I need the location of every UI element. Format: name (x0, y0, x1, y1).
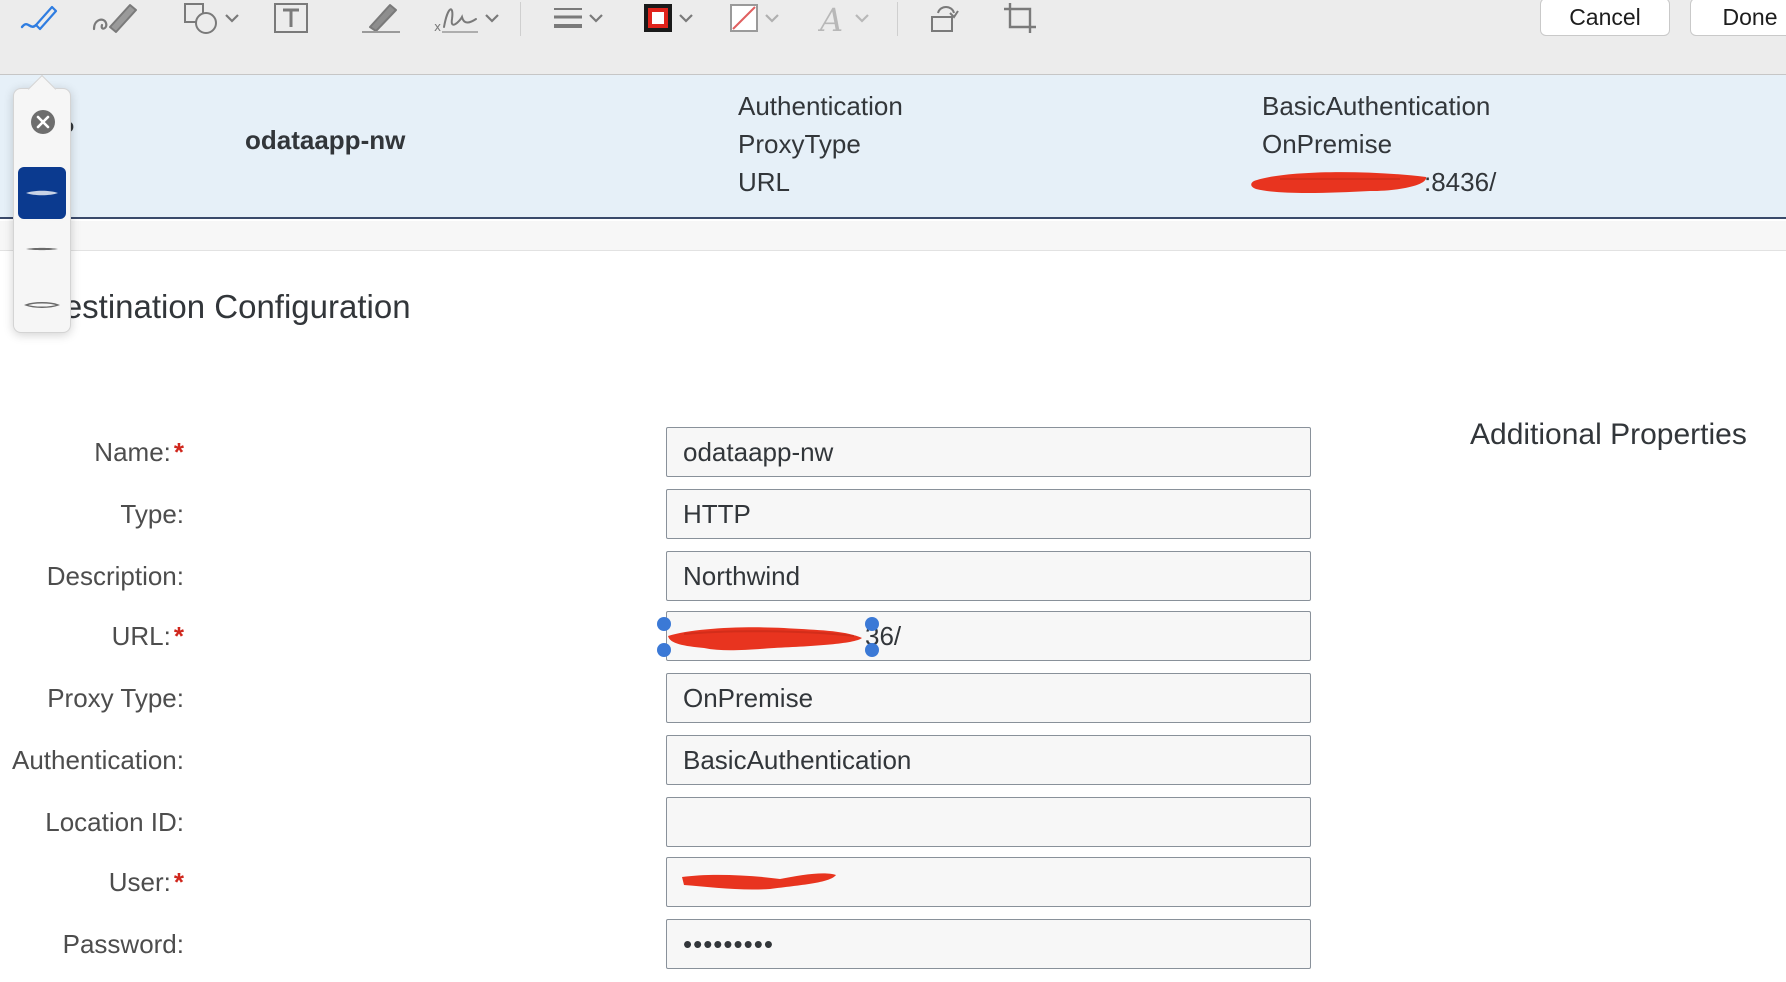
line-style-icon[interactable] (552, 0, 604, 36)
chevron-down-icon[interactable] (484, 13, 500, 23)
stroke-thin-icon (24, 302, 60, 308)
chevron-down-icon[interactable] (854, 13, 870, 23)
signature-icon[interactable]: x (432, 0, 500, 36)
location-id-label: Location ID: (45, 807, 184, 837)
form-row-url: URL: * (0, 611, 1320, 661)
property-key-proxytype: ProxyType (738, 129, 861, 159)
location-id-field[interactable] (666, 797, 1311, 847)
name-label: Name: * (94, 437, 184, 467)
proxy-type-label: Proxy Type: (47, 683, 184, 713)
rotate-icon[interactable] (928, 0, 962, 36)
form-row-proxy-type: Proxy Type: (0, 673, 1320, 723)
property-values: BasicAuthentication OnPremise :8436/ (1251, 87, 1497, 201)
draw-icon[interactable] (90, 0, 140, 36)
authentication-field[interactable] (666, 735, 1311, 785)
url-value-tail: :8436/ (1424, 167, 1497, 197)
property-value-proxytype: OnPremise (1262, 129, 1393, 159)
markup-toolbar: x A Cancel Done (0, 0, 1786, 75)
form-row-location-id: Location ID: (0, 797, 1320, 847)
proxy-type-field[interactable] (666, 673, 1311, 723)
property-key-authentication: Authentication (738, 91, 903, 121)
highlight-icon[interactable] (360, 0, 402, 36)
stroke-width-popover (13, 74, 71, 333)
property-keys: Authentication ProxyType URL (738, 87, 903, 201)
crop-icon[interactable] (1002, 0, 1038, 36)
border-color-icon[interactable] (642, 0, 694, 36)
url-label: URL: * (111, 621, 184, 651)
required-marker: * (173, 437, 184, 467)
form-row-user: User: * (0, 857, 1320, 907)
url-redaction-mark[interactable] (654, 616, 882, 658)
chevron-down-icon[interactable] (224, 13, 240, 23)
type-field[interactable] (666, 489, 1311, 539)
additional-properties-title: Additional Properties (1470, 418, 1747, 451)
chevron-down-icon[interactable] (588, 13, 604, 23)
type-label: Type: (120, 499, 184, 529)
property-key-url: URL (738, 167, 791, 197)
chevron-down-icon[interactable] (678, 13, 694, 23)
fill-color-icon[interactable] (728, 0, 780, 36)
password-field[interactable] (666, 919, 1311, 969)
password-label: Password: (62, 929, 184, 959)
section-title: Destination Configuration (40, 288, 411, 325)
user-redaction-mark (682, 873, 836, 890)
close-icon[interactable] (30, 109, 56, 135)
destination-name: odataapp-nw (245, 125, 406, 155)
svg-text:A: A (818, 1, 843, 35)
form-row-password: Password: (0, 919, 1320, 969)
property-value-authentication: BasicAuthentication (1262, 91, 1491, 121)
form-row-authentication: Authentication: (0, 735, 1320, 785)
shapes-icon[interactable] (182, 0, 240, 36)
form-row-type: Type: (0, 489, 1320, 539)
toolbar-separator (520, 2, 521, 36)
done-button[interactable]: Done (1690, 0, 1786, 36)
required-marker: * (173, 867, 184, 897)
required-marker: * (173, 621, 184, 651)
stroke-thick-icon (26, 190, 58, 196)
stroke-medium-option[interactable] (18, 223, 66, 275)
svg-text:x: x (434, 20, 441, 34)
user-label: User: * (108, 867, 184, 897)
name-field[interactable] (666, 427, 1311, 477)
stroke-thick-option[interactable] (18, 167, 66, 219)
toolbar-separator (897, 2, 898, 36)
text-style-icon[interactable]: A (818, 0, 870, 36)
text-box-icon[interactable] (272, 0, 310, 36)
description-label: Description: (46, 561, 184, 591)
stroke-medium-icon (26, 247, 58, 251)
header-spacer (0, 221, 1786, 251)
redaction-mark (1251, 172, 1427, 193)
destination-list-row[interactable]: P odataapp-nw Authentication ProxyType U… (0, 75, 1786, 219)
cancel-button[interactable]: Cancel (1540, 0, 1670, 36)
sketch-icon[interactable] (18, 0, 60, 36)
form-row-description: Description: (0, 551, 1320, 601)
chevron-down-icon[interactable] (764, 13, 780, 23)
description-field[interactable] (666, 551, 1311, 601)
authentication-label: Authentication: (11, 745, 184, 775)
stroke-thin-option[interactable] (18, 279, 66, 331)
form-row-name: Name: * (0, 427, 1320, 477)
property-value-url: :8436/ (1251, 163, 1497, 201)
